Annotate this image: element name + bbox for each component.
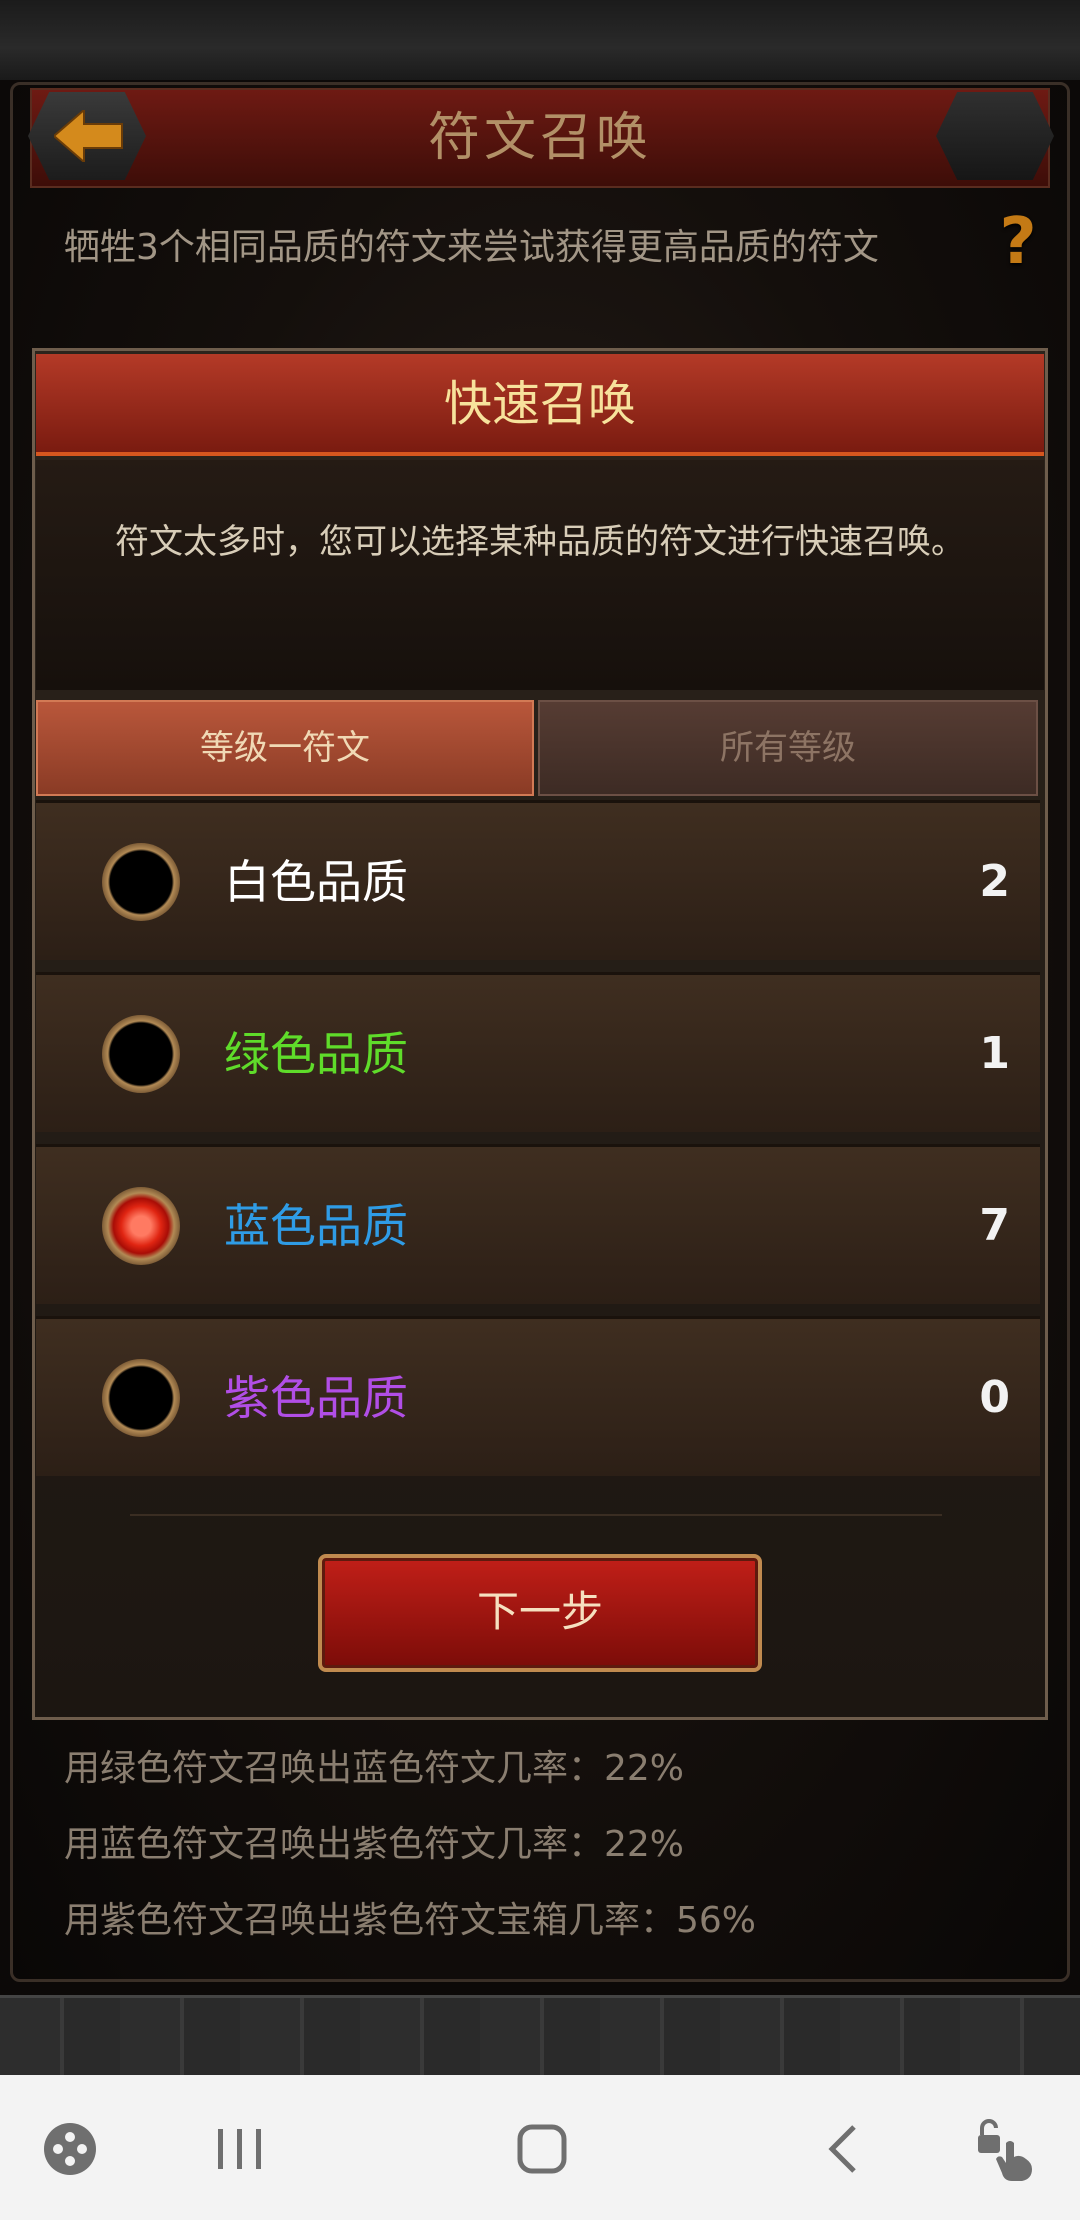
- quality-row-white[interactable]: 白色品质 2: [36, 800, 1040, 960]
- quality-count-white: 2: [979, 856, 1010, 907]
- quality-row-blue[interactable]: 蓝色品质 7: [36, 1144, 1040, 1304]
- quality-label-purple: 紫色品质: [224, 1371, 408, 1425]
- quality-row-purple[interactable]: 紫色品质 0: [36, 1316, 1040, 1476]
- odds-blue-to-purple: 用蓝色符文召唤出紫色符文几率：22%: [64, 1824, 685, 1865]
- description-panel: [36, 460, 1044, 690]
- quality-row-green[interactable]: 绿色品质 1: [36, 972, 1040, 1132]
- status-area: [0, 0, 1080, 80]
- back-icon[interactable]: [808, 2113, 880, 2185]
- touch-lock-icon[interactable]: [972, 2113, 1044, 2185]
- quality-count-green: 1: [979, 1028, 1010, 1079]
- next-button[interactable]: 下一步: [318, 1554, 762, 1672]
- quality-label-blue: 蓝色品质: [224, 1199, 408, 1253]
- quality-count-blue: 7: [979, 1200, 1010, 1251]
- subtitle: 牺牲3个相同品质的符文来尝试获得更高品质的符文: [64, 227, 879, 268]
- home-icon[interactable]: [506, 2113, 578, 2185]
- quality-count-purple: 0: [979, 1372, 1010, 1423]
- page-title: 符文召唤: [427, 108, 652, 168]
- tab-level-one-runes[interactable]: 等级一符文: [36, 700, 534, 796]
- game-launcher-icon[interactable]: [34, 2113, 106, 2185]
- odds-purple-to-chest: 用紫色符文召唤出紫色符文宝箱几率：56%: [64, 1900, 757, 1941]
- radio-blue-quality[interactable]: [102, 1187, 180, 1265]
- odds-green-to-blue: 用绿色符文召唤出蓝色符文几率：22%: [64, 1748, 685, 1789]
- quality-label-white: 白色品质: [224, 855, 408, 909]
- divider: [130, 1514, 942, 1516]
- bottom-decoration: [0, 1995, 1080, 2078]
- help-button[interactable]: ?: [990, 206, 1046, 278]
- radio-purple-quality[interactable]: [102, 1359, 180, 1437]
- dialog-title: 快速召唤: [443, 376, 636, 432]
- dialog-description: 符文太多时，您可以选择某种品质的符文进行快速召唤。: [115, 522, 965, 562]
- system-navigation-bar: [0, 2075, 1080, 2220]
- recent-apps-icon[interactable]: [204, 2113, 276, 2185]
- radio-green-quality[interactable]: [102, 1015, 180, 1093]
- tab-all-levels[interactable]: 所有等级: [538, 700, 1038, 796]
- quality-label-green: 绿色品质: [224, 1027, 408, 1081]
- radio-white-quality[interactable]: [102, 843, 180, 921]
